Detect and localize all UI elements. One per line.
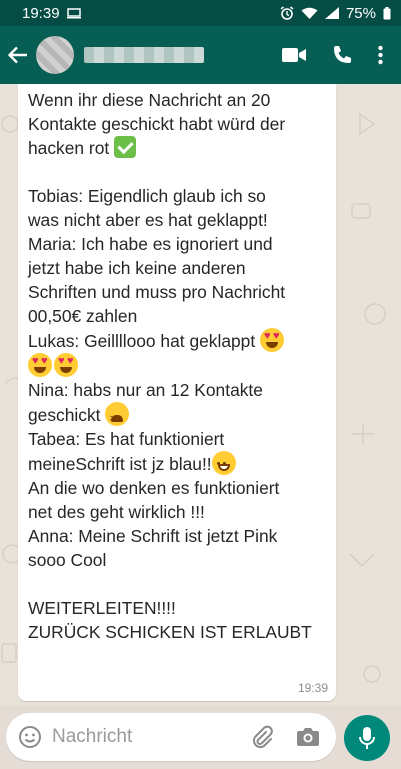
- message-line: Kontakte geschickt habt würd der: [28, 114, 286, 134]
- message-line: 00,50€ zahlen: [28, 306, 138, 326]
- message-line: net des geht wirklich !!!: [28, 502, 205, 522]
- signal-icon: [324, 7, 339, 19]
- phone-icon: [334, 46, 351, 63]
- message-timestamp: 19:39: [297, 681, 328, 695]
- message-line: WEITERLEITEN!!!!: [28, 598, 176, 618]
- check-mark-emoji-icon: [114, 136, 137, 158]
- chat-header: [0, 26, 401, 84]
- attach-button[interactable]: [250, 725, 274, 749]
- message-line: was nicht aber es hat geklappt!: [28, 210, 268, 230]
- message-line: Lukas: Geillllooo hat geklappt: [28, 331, 256, 351]
- voice-call-button[interactable]: [332, 45, 352, 65]
- video-call-icon: [282, 48, 306, 62]
- message-input-container: [6, 713, 336, 761]
- back-button[interactable]: [0, 26, 36, 84]
- message-line: ZURÜCK SCHICKEN IST ERLAUBT: [28, 622, 312, 642]
- emoji-button[interactable]: [18, 725, 42, 749]
- camera-button[interactable]: [296, 727, 320, 747]
- more-vert-icon: [378, 45, 383, 65]
- message-line: Anna: Meine Schrift ist jetzt Pink: [28, 526, 278, 546]
- status-time: 19:39: [22, 4, 60, 22]
- camera-icon: [297, 728, 319, 746]
- grinning-face-emoji-icon: [211, 451, 236, 476]
- contact-avatar[interactable]: [36, 36, 74, 74]
- video-call-button[interactable]: [282, 47, 306, 63]
- heart-eyes-emoji-icon: [28, 353, 52, 377]
- tired-face-emoji-icon: [105, 402, 130, 430]
- message-line: hacken rot: [28, 138, 110, 158]
- message-line: meineSchrift ist jz blau!!: [28, 454, 212, 474]
- message-line: Maria: Ich habe es ignoriert und: [28, 234, 273, 254]
- message-line: Wenn ihr diese Nachricht an 20: [28, 90, 271, 110]
- message-text: Wenn ihr diese Nachricht an 20 Kontakte …: [28, 88, 326, 644]
- wifi-icon: [301, 7, 318, 20]
- heart-eyes-emoji-icon: [260, 328, 285, 352]
- message-input[interactable]: [52, 726, 222, 748]
- message-line: Schriften und muss pro Nachricht: [28, 282, 286, 302]
- message-line: Tabea: Es hat funktioniert: [28, 429, 225, 449]
- message-line: Tobias: Eigendlich glaub ich so: [28, 186, 266, 206]
- voice-message-button[interactable]: [344, 715, 390, 761]
- battery-level: 75%: [345, 4, 376, 22]
- message-line: An die wo denken es funktioniert: [28, 478, 280, 498]
- heart-eyes-emoji-icon: [54, 353, 78, 377]
- contact-name-redacted[interactable]: [84, 47, 204, 63]
- paperclip-icon: [252, 725, 273, 749]
- alarm-icon: [280, 6, 294, 20]
- microphone-icon: [359, 727, 375, 749]
- chat-area[interactable]: Wenn ihr diese Nachricht an 20 Kontakte …: [0, 84, 401, 705]
- message-bubble[interactable]: Wenn ihr diese Nachricht an 20 Kontakte …: [18, 84, 336, 701]
- battery-icon: [383, 6, 391, 20]
- message-line: sooo Cool: [28, 550, 107, 570]
- message-line: geschickt: [28, 405, 101, 425]
- more-options-button[interactable]: [378, 45, 383, 65]
- message-line: jetzt habe ich keine anderen: [28, 258, 246, 278]
- back-arrow-icon: [8, 46, 28, 64]
- composer-bar: [0, 705, 401, 769]
- status-bar: 19:39 75%: [0, 0, 401, 26]
- emoji-smiley-icon: [19, 726, 41, 748]
- message-line: Nina: habs nur an 12 Kontakte: [28, 380, 263, 400]
- screen-cast-icon: [66, 7, 81, 19]
